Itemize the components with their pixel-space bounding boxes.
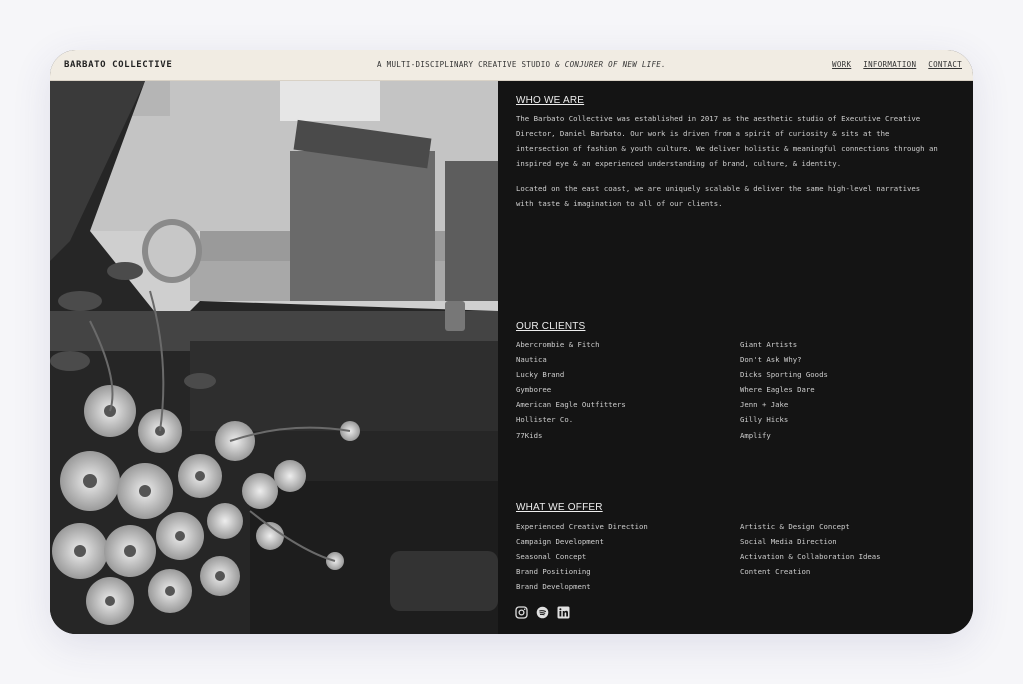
about-paragraph-2: Located on the east coast, we are unique…	[516, 181, 961, 211]
client-item: Amplify	[740, 430, 771, 440]
nav-work-link[interactable]: WORK	[832, 60, 851, 69]
offer-item: Campaign Development	[516, 537, 604, 547]
spotify-icon[interactable]	[536, 604, 549, 619]
client-item: Jenn + Jake	[740, 400, 789, 410]
flowers-in-car-image	[50, 81, 498, 634]
offer-item: Seasonal Concept	[516, 552, 587, 562]
client-item: Gymboree	[516, 385, 552, 395]
about-paragraph-1: The Barbato Collective was established i…	[516, 111, 961, 171]
offer-right-list: Artistic & Design Concept Social Media D…	[740, 519, 881, 579]
client-item: Nautica	[516, 355, 547, 365]
about-line: inspired eye & an experienced understand…	[516, 159, 842, 168]
client-item: Don't Ask Why?	[740, 355, 802, 365]
linkedin-icon[interactable]	[557, 604, 570, 619]
nav-contact-link[interactable]: CONTACT	[928, 60, 962, 69]
about-line: with taste & imagination to all of our c…	[516, 199, 723, 208]
offer-item: Content Creation	[740, 567, 811, 577]
client-item: Lucky Brand	[516, 370, 565, 380]
hero-photo	[50, 81, 498, 634]
our-clients-heading: OUR CLIENTS	[516, 321, 586, 332]
nav-information-link[interactable]: INFORMATION	[863, 60, 916, 69]
offer-item: Brand Positioning	[516, 567, 591, 577]
client-item: Where Eagles Dare	[740, 385, 815, 395]
client-item: Gilly Hicks	[740, 415, 789, 425]
top-bar: BARBATO COLLECTIVE A MULTI-DISCIPLINARY …	[50, 50, 973, 81]
client-item: Giant Artists	[740, 340, 798, 349]
about-line: The Barbato Collective was established i…	[516, 114, 921, 123]
who-we-are-heading: WHO WE ARE	[516, 95, 585, 106]
client-item: American Eagle Outfitters	[516, 400, 626, 410]
info-panel: WHO WE ARE The Barbato Collective was es…	[498, 81, 973, 634]
tagline-em: & CONJURER OF NEW LIFE.	[555, 60, 666, 69]
about-line: intersection of fashion & youth culture.…	[516, 144, 938, 153]
about-line: Located on the east coast, we are unique…	[516, 184, 921, 193]
browser-frame: BARBATO COLLECTIVE A MULTI-DISCIPLINARY …	[50, 50, 973, 634]
about-line: Director, Daniel Barbato. Our work is dr…	[516, 129, 890, 138]
tagline-main: A MULTI-DISCIPLINARY CREATIVE STUDIO	[377, 60, 556, 69]
client-item: Hollister Co.	[516, 415, 574, 425]
clients-left-list: Abercrombie & Fitch Nautica Lucky Brand …	[516, 337, 626, 443]
offer-item: Experienced Creative Direction	[516, 522, 648, 531]
what-we-offer-heading: WHAT WE OFFER	[516, 502, 603, 513]
offer-item: Brand Development	[516, 582, 591, 592]
social-links	[515, 604, 570, 619]
instagram-icon[interactable]	[515, 604, 528, 619]
client-item: 77Kids	[516, 430, 543, 440]
offer-left-list: Experienced Creative Direction Campaign …	[516, 519, 648, 594]
client-item: Abercrombie & Fitch	[516, 340, 600, 349]
clients-right-list: Giant Artists Don't Ask Why? Dicks Sport…	[740, 337, 828, 443]
main-nav: WORK INFORMATION CONTACT	[832, 60, 962, 69]
tagline: A MULTI-DISCIPLINARY CREATIVE STUDIO & C…	[377, 60, 666, 69]
client-item: Dicks Sporting Goods	[740, 370, 828, 380]
offer-item: Social Media Direction	[740, 537, 837, 547]
offer-item: Activation & Collaboration Ideas	[740, 552, 881, 562]
brand-logo[interactable]: BARBATO COLLECTIVE	[64, 60, 172, 70]
offer-item: Artistic & Design Concept	[740, 522, 850, 531]
